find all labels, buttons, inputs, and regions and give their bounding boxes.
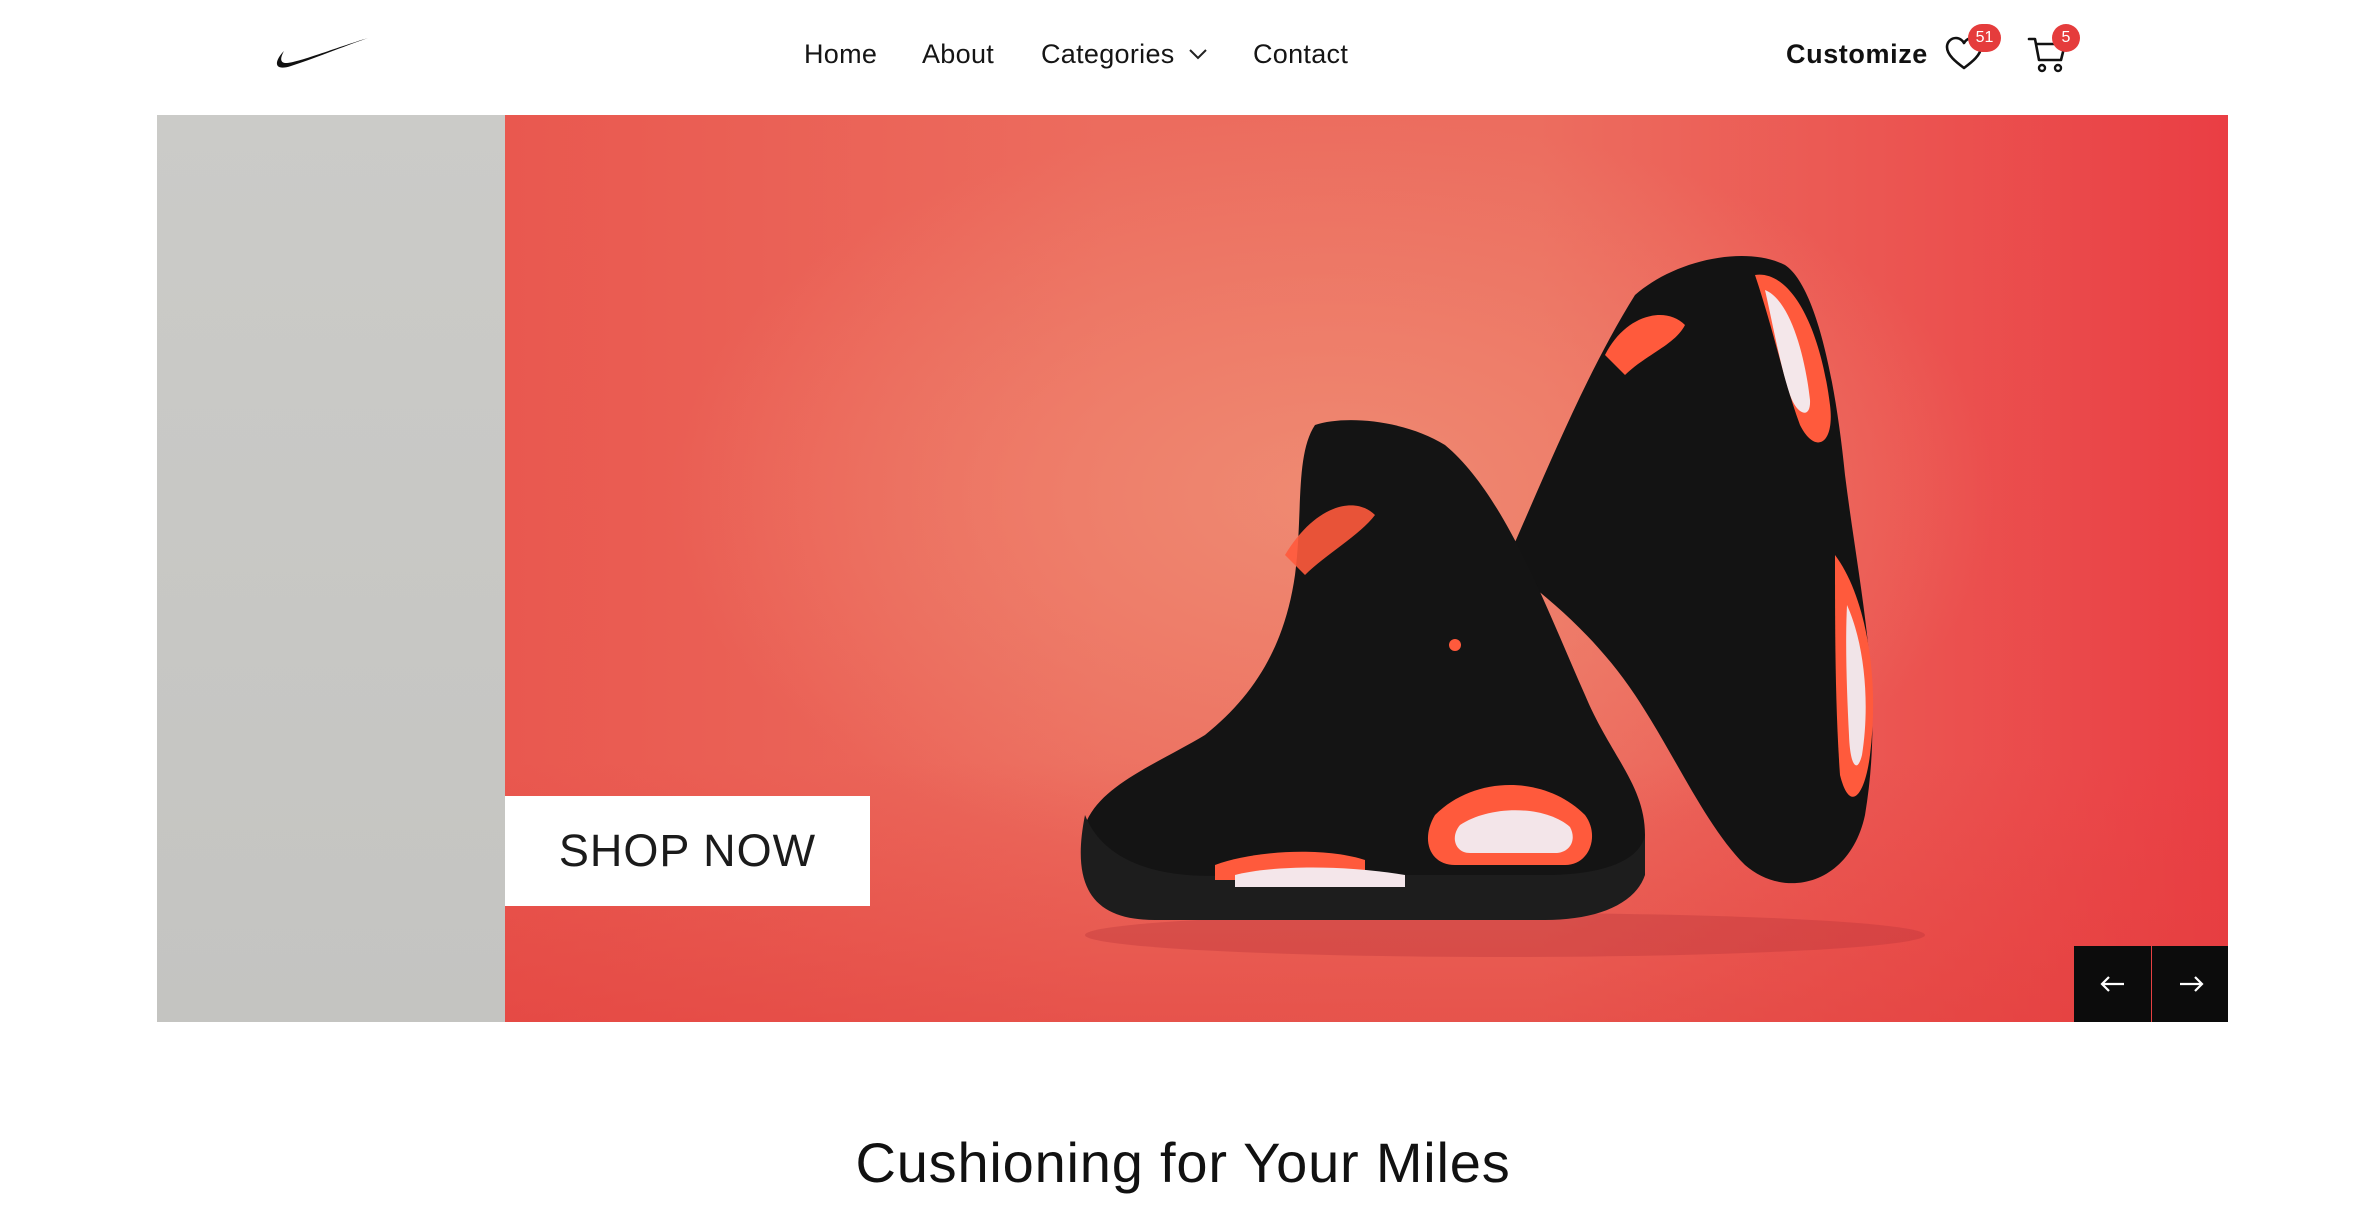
shop-now-button[interactable]: SHOP NOW [505, 796, 870, 906]
arrow-left-icon [2099, 976, 2124, 992]
nav-item-label: About [922, 38, 995, 69]
section-title: Cushioning for Your Miles [855, 1131, 1511, 1194]
nav-item-label: Home [804, 38, 878, 69]
nav-item-label: Categories [1041, 38, 1175, 69]
nav-item-categories[interactable]: Categories [1041, 34, 1208, 74]
slider-next-button[interactable] [2152, 946, 2228, 1022]
nav-item-about[interactable]: About [922, 34, 994, 74]
swoosh-logo[interactable] [275, 36, 369, 74]
cart-count-badge: 5 [2052, 24, 2080, 52]
wishlist-count-badge: 51 [1968, 24, 2001, 52]
nav-item-label: Contact [1253, 38, 1349, 69]
sneakers-image [1080, 256, 1925, 957]
site-header: Home About Categories Contact Customize … [0, 0, 2366, 115]
chevron-down-icon [1188, 49, 1207, 60]
hero-slider: SHOP NOW [157, 115, 2228, 1022]
slider-prev-button[interactable] [2074, 946, 2151, 1022]
customize-link[interactable]: Customize [1786, 34, 1928, 74]
hero-side-panel [157, 115, 505, 1022]
nav-item-contact[interactable]: Contact [1253, 34, 1348, 74]
nav-item-home[interactable]: Home [804, 34, 877, 74]
arrow-right-icon [2179, 976, 2204, 992]
